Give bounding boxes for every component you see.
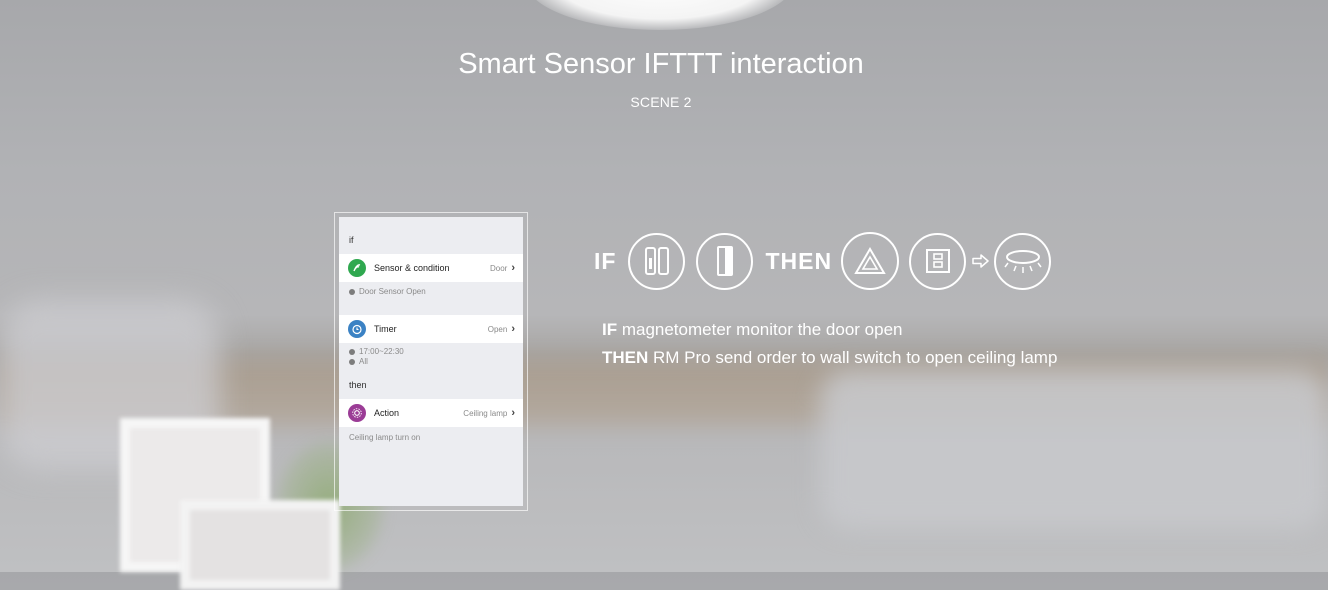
- phone-screen: if Sensor & condition Door › Door Sensor…: [339, 217, 523, 506]
- timer-row[interactable]: Timer Open ›: [339, 315, 523, 343]
- door-sensor-icon: [628, 232, 686, 290]
- action-row[interactable]: Action Ceiling lamp ›: [339, 399, 523, 427]
- chevron-right-icon: ›: [511, 323, 515, 335]
- chevron-right-icon: ›: [511, 407, 515, 419]
- if-section-label: if: [349, 235, 354, 245]
- ceiling-lamp-glow: [525, 0, 795, 30]
- ceiling-lamp-icon: [994, 232, 1052, 290]
- if-word: IF: [594, 247, 617, 274]
- then-line: THEN RM Pro send order to wall switch to…: [602, 348, 1058, 367]
- background-sofa-left: [0, 300, 220, 470]
- phone-mockup: if Sensor & condition Door › Door Sensor…: [334, 212, 528, 511]
- sensor-note: Door Sensor Open: [349, 287, 426, 296]
- action-icon: [348, 404, 366, 422]
- sensor-condition-row[interactable]: Sensor & condition Door ›: [339, 254, 523, 282]
- chevron-right-icon: ›: [511, 262, 515, 274]
- timer-repeat-note: All: [349, 357, 368, 366]
- if-line: IF magnetometer monitor the door open: [602, 320, 903, 339]
- arrow-right-icon: [972, 254, 990, 268]
- page-title: Smart Sensor IFTTT interaction: [458, 48, 864, 80]
- timer-time-note: 17:00~22:30: [349, 347, 404, 356]
- background-frame: [120, 418, 270, 572]
- ifttt-flow: IF THEN: [594, 232, 1052, 290]
- action-note: Ceiling lamp turn on: [349, 433, 421, 442]
- row-label: Action: [374, 408, 400, 418]
- sensor-icon: [348, 259, 366, 277]
- wall-switch-icon: [909, 232, 967, 290]
- scene-description: IF magnetometer monitor the door open TH…: [602, 316, 1057, 372]
- row-label: Sensor & condition: [374, 263, 450, 273]
- bullet-icon: [349, 288, 355, 295]
- background-sofa-right: [820, 370, 1328, 530]
- background-frame: [180, 500, 340, 590]
- row-value: Door: [489, 263, 508, 273]
- rm-pro-icon: [841, 232, 900, 290]
- then-section-label: then: [349, 380, 367, 390]
- scene-label: SCENE 2: [630, 94, 692, 110]
- row-label: Timer: [374, 324, 397, 334]
- alarm-clock-icon: [348, 320, 366, 338]
- bullet-icon: [349, 348, 355, 355]
- row-value: Ceiling lamp: [463, 408, 508, 418]
- then-word: THEN: [765, 247, 833, 274]
- bullet-icon: [349, 358, 355, 365]
- row-value: Open: [487, 324, 508, 334]
- magnet-icon: [696, 232, 754, 290]
